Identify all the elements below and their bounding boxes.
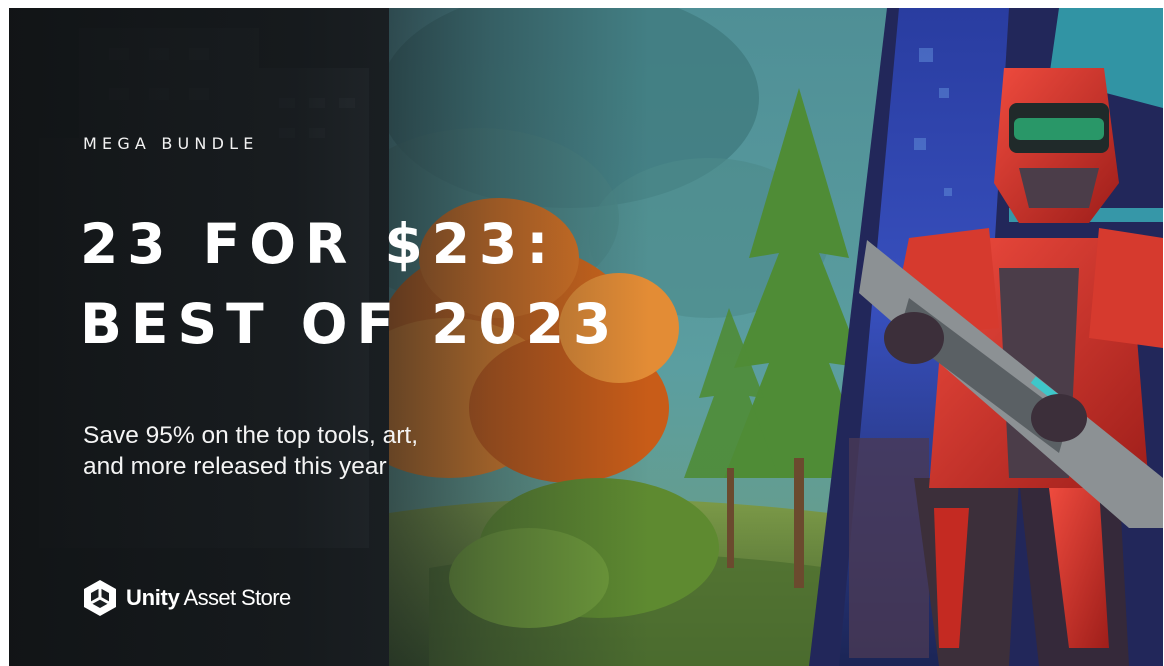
headline: 23 FOR $23: BEST OF 2023: [80, 204, 620, 364]
eyebrow-label: MEGA BUNDLE: [83, 134, 259, 153]
brand-name: Unity: [126, 585, 180, 610]
unity-cube-icon: [84, 580, 116, 616]
subtitle-line-1: Save 95% on the top tools, art,: [83, 422, 419, 449]
subtitle-line-2: and more released this year: [83, 453, 387, 480]
unity-asset-store-logo[interactable]: Unity Asset Store: [82, 579, 291, 617]
headline-line-2: BEST OF 2023: [80, 292, 621, 356]
headline-line-1: 23 FOR $23:: [80, 212, 558, 276]
brand-product: Asset Store: [183, 585, 292, 610]
promo-banner[interactable]: MEGA BUNDLE 23 FOR $23: BEST OF 2023 Sav…: [9, 8, 1163, 666]
subtitle: Save 95% on the top tools, art, and more…: [83, 420, 603, 482]
